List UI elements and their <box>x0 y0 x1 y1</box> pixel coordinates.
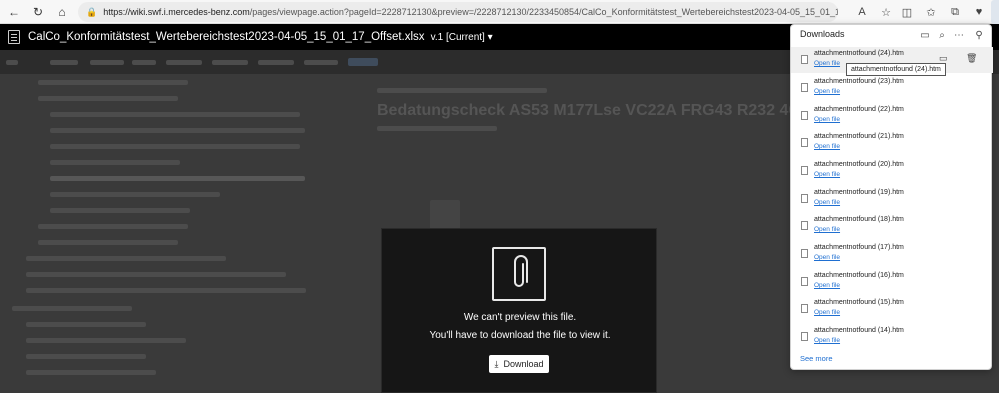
file-icon <box>801 277 808 286</box>
open-file-link[interactable]: Open file <box>814 88 840 95</box>
file-icon <box>801 83 808 92</box>
download-item[interactable]: attachmentnotfound (17).htm Open file <box>791 241 993 267</box>
download-item[interactable]: attachmentnotfound (20).htm Open file <box>791 158 993 184</box>
open-file-link[interactable]: Open file <box>814 171 840 178</box>
file-icon <box>801 166 808 175</box>
open-file-link[interactable]: Open file <box>814 199 840 206</box>
download-item[interactable]: attachmentnotfound (19).htm Open file <box>791 186 993 212</box>
preview-file-title: CalCo_Konformitätstest_Wertebereichstest… <box>28 31 425 43</box>
download-file-name: attachmentnotfound (19).htm <box>814 189 904 196</box>
download-item[interactable]: attachmentnotfound (16).htm Open file <box>791 269 993 295</box>
download-item[interactable]: attachmentnotfound (23).htm Open file <box>791 75 993 101</box>
background-sidebar <box>0 74 360 393</box>
file-icon <box>801 194 808 203</box>
read-aloud-icon[interactable]: A <box>850 0 874 24</box>
download-file-name: attachmentnotfound (16).htm <box>814 272 904 279</box>
download-button-label: Download <box>503 359 544 369</box>
spreadsheet-file-icon <box>8 30 20 44</box>
open-file-link[interactable]: Open file <box>814 254 840 261</box>
file-icon <box>801 249 808 258</box>
download-icon: ⤓ <box>494 358 499 369</box>
collections-icon[interactable]: ⧉ <box>943 0 967 24</box>
cannot-preview-dialog: We can't preview this file. You'll have … <box>381 228 657 393</box>
open-file-link[interactable]: Open file <box>814 309 840 316</box>
url-host: https://wiki.swf.i.mercedes-benz.com <box>103 7 250 17</box>
home-icon[interactable]: ⌂ <box>50 0 74 24</box>
download-file-name: attachmentnotfound (17).htm <box>814 244 904 251</box>
url-path: /pages/viewpage.action?pageId=2228712130… <box>249 7 838 17</box>
downloads-title: Downloads <box>800 29 845 39</box>
open-file-link[interactable]: Open file <box>814 337 840 344</box>
download-file-name: attachmentnotfound (21).htm <box>814 133 904 140</box>
file-icon <box>801 55 808 64</box>
open-file-link[interactable]: Open file <box>814 60 840 67</box>
download-button[interactable]: ⤓ Download <box>489 355 549 373</box>
open-file-link[interactable]: Open file <box>814 226 840 233</box>
pin-icon[interactable]: ⚲ <box>971 27 987 43</box>
address-bar[interactable]: 🔒 https://wiki.swf.i.mercedes-benz.com/p… <box>78 2 838 22</box>
see-more-link[interactable]: See more <box>800 354 833 363</box>
preview-error-message: You'll have to download the file to view… <box>429 330 611 341</box>
download-file-name: attachmentnotfound (22).htm <box>814 106 904 113</box>
download-file-name: attachmentnotfound (15).htm <box>814 299 904 306</box>
background-page-title: Bedatungscheck AS53 M177Lse VC22A FRG43 … <box>377 102 837 119</box>
download-file-name: attachmentnotfound (23).htm <box>814 78 904 85</box>
download-item[interactable]: attachmentnotfound (18).htm Open file <box>791 213 993 239</box>
browser-toolbar: ← ↻ ⌂ 🔒 https://wiki.swf.i.mercedes-benz… <box>0 0 999 24</box>
refresh-icon[interactable]: ↻ <box>26 0 50 24</box>
preview-error-title: We can't preview this file. <box>463 312 577 323</box>
back-icon[interactable]: ← <box>2 0 26 24</box>
download-item[interactable]: attachmentnotfound (22).htm Open file <box>791 103 993 129</box>
file-icon <box>801 138 808 147</box>
file-icon <box>801 221 808 230</box>
favorites-icon[interactable]: ✩ <box>919 0 943 24</box>
download-file-name: attachmentnotfound (20).htm <box>814 161 904 168</box>
extensions-icon[interactable]: ♥ <box>967 0 991 24</box>
more-options-icon[interactable]: ⋯ <box>951 27 967 43</box>
paperclip-icon <box>492 247 546 301</box>
download-file-name: attachmentnotfound (24).htm <box>814 50 904 57</box>
downloads-icon[interactable]: ⤓ <box>991 0 999 24</box>
download-item[interactable]: attachmentnotfound (14).htm Open file <box>791 324 993 350</box>
open-file-link[interactable]: Open file <box>814 143 840 150</box>
download-item[interactable]: attachmentnotfound (15).htm Open file <box>791 296 993 322</box>
download-file-name: attachmentnotfound (14).htm <box>814 327 904 334</box>
search-icon[interactable]: ⌕ <box>934 27 950 43</box>
file-icon <box>801 111 808 120</box>
split-screen-icon[interactable]: ◫ <box>895 0 919 24</box>
download-file-name: attachmentnotfound (18).htm <box>814 216 904 223</box>
version-dropdown[interactable]: v.1 [Current] ▾ <box>431 32 493 43</box>
delete-icon[interactable]: 🗑 <box>966 53 977 64</box>
file-name-tooltip: attachmentnotfound (24).htm <box>846 63 946 76</box>
file-icon <box>801 332 808 341</box>
download-item[interactable]: attachmentnotfound (21).htm Open file <box>791 130 993 156</box>
open-file-link[interactable]: Open file <box>814 282 840 289</box>
open-downloads-folder-icon[interactable]: ▭ <box>917 27 933 43</box>
file-icon <box>801 304 808 313</box>
open-file-link[interactable]: Open file <box>814 116 840 123</box>
lock-icon: 🔒 <box>86 6 98 17</box>
